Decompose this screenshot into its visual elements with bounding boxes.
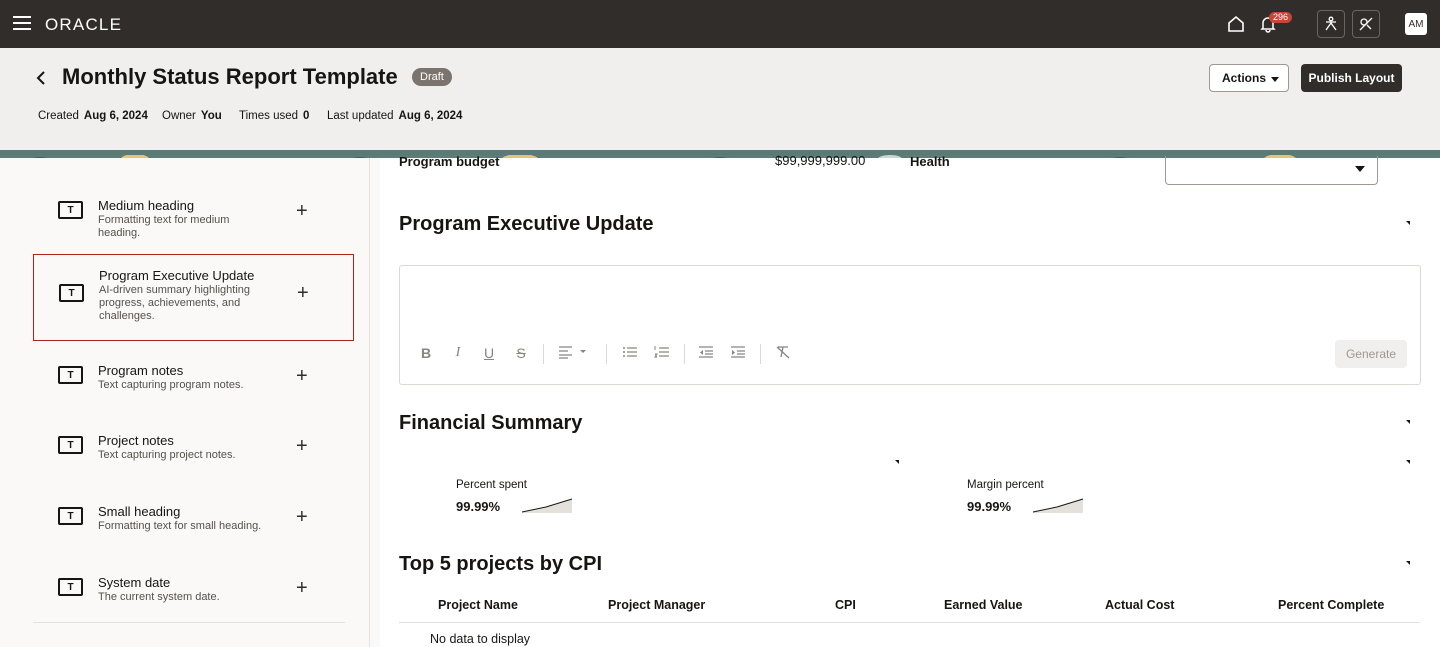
component-program-executive-update[interactable]: T Program Executive Update AI-driven sum… [33, 254, 354, 341]
menu-icon[interactable] [13, 16, 31, 30]
notifications-button[interactable]: 296 [1254, 10, 1293, 38]
text-component-icon: T [58, 436, 83, 454]
component-description: Formatting text for medium heading. [98, 214, 230, 239]
component-title: Program notes [98, 363, 184, 378]
collapse-icon[interactable] [1406, 221, 1410, 225]
actions-menu-button[interactable]: Actions [1209, 64, 1289, 92]
user-avatar[interactable]: AM [1405, 13, 1427, 35]
bold-icon[interactable]: B [417, 345, 435, 361]
global-header: ORACLE 296 AM [0, 0, 1440, 48]
sparkline-percent-spent [521, 498, 573, 513]
toolbar-divider [760, 344, 761, 364]
component-title: Project notes [98, 433, 174, 448]
chevron-down-icon [1355, 166, 1365, 172]
brand-logo[interactable]: ORACLE [45, 15, 122, 35]
status-badge: Draft [412, 68, 452, 86]
add-icon[interactable]: + [296, 201, 308, 221]
italic-icon[interactable]: I [449, 345, 467, 361]
accessibility-icon[interactable] [1317, 10, 1345, 38]
metric-label-margin-percent: Margin percent [967, 479, 1044, 491]
sparkline-margin-percent [1032, 498, 1084, 513]
publish-layout-button[interactable]: Publish Layout [1301, 64, 1402, 92]
generate-button[interactable]: Generate [1335, 340, 1407, 368]
page-title: Monthly Status Report Template [62, 64, 398, 89]
outdent-icon[interactable] [697, 345, 715, 362]
text-component-icon: T [59, 284, 84, 302]
meta-owner: Owner You [162, 110, 222, 122]
divider [33, 622, 345, 623]
component-description: AI-driven summary highlighting progress,… [99, 284, 251, 322]
notification-badge: 296 [1269, 12, 1293, 23]
add-icon[interactable]: + [296, 436, 308, 456]
component-program-notes[interactable]: T Program notes Text capturing program n… [33, 356, 354, 408]
toolbar-divider [543, 344, 544, 364]
text-component-icon: T [58, 366, 83, 384]
layout-canvas: Program budget $99,999,999.00 Health Pro… [380, 153, 1440, 647]
add-icon[interactable]: + [296, 578, 308, 598]
meta-times-used: Times used 0 [239, 110, 310, 122]
collapse-icon[interactable] [895, 460, 899, 464]
component-palette: T Medium heading Formatting text for med… [0, 158, 370, 647]
table-header[interactable]: Project Manager [608, 598, 705, 612]
add-icon[interactable]: + [296, 507, 308, 527]
indent-icon[interactable] [729, 345, 747, 362]
component-description: Text capturing program notes. [98, 379, 244, 391]
program-budget-value: $99,999,999.00 [775, 153, 866, 168]
empty-table-message: No data to display [430, 632, 531, 646]
add-icon[interactable]: + [296, 366, 308, 386]
health-label: Health [910, 154, 950, 169]
component-system-date[interactable]: T System date The current system date. + [33, 567, 354, 619]
collapse-icon[interactable] [1406, 460, 1410, 464]
table-header[interactable]: Actual Cost [1105, 598, 1174, 612]
align-left-icon[interactable] [556, 345, 590, 362]
add-icon[interactable]: + [297, 283, 309, 303]
component-description: The current system date. [98, 591, 220, 603]
assistant-off-icon[interactable] [1352, 10, 1380, 38]
text-component-icon: T [58, 578, 83, 596]
metric-value-margin-percent: 99.99% [967, 499, 1012, 514]
rich-text-editor[interactable]: B I U S Generate [399, 265, 1421, 385]
table-header[interactable]: Project Name [438, 598, 518, 612]
underline-icon[interactable]: U [480, 345, 498, 361]
metric-label-percent-spent: Percent spent [456, 479, 527, 491]
toolbar-divider [606, 344, 607, 364]
text-component-icon: T [58, 507, 83, 525]
component-description: Text capturing project notes. [98, 449, 236, 461]
meta-last-updated: Last updated Aug 6, 2024 [327, 110, 463, 122]
health-select[interactable] [1165, 156, 1378, 185]
component-title: Small heading [98, 504, 181, 519]
table-header[interactable]: CPI [835, 598, 856, 612]
chevron-down-icon [1271, 77, 1279, 82]
metric-value-percent-spent: 99.99% [456, 499, 501, 514]
clear-formatting-icon[interactable] [774, 345, 792, 362]
component-title: Program Executive Update [99, 268, 255, 283]
numbered-list-icon[interactable] [653, 345, 671, 362]
component-medium-heading[interactable]: T Medium heading Formatting text for med… [33, 190, 354, 242]
component-project-notes[interactable]: T Project notes Text capturing project n… [33, 426, 354, 478]
text-component-icon: T [58, 201, 83, 219]
meta-created: Created Aug 6, 2024 [38, 110, 148, 122]
section-title-top-projects: Top 5 projects by CPI [399, 553, 602, 575]
table-header[interactable]: Earned Value [944, 598, 1023, 612]
section-title-executive-update: Program Executive Update [399, 213, 654, 235]
strikethrough-icon[interactable]: S [512, 345, 530, 361]
table-header[interactable]: Percent Complete [1278, 598, 1384, 612]
collapse-icon[interactable] [1406, 561, 1410, 565]
toolbar-divider [684, 344, 685, 364]
collapse-icon[interactable] [1406, 420, 1410, 424]
table-divider [399, 622, 1420, 623]
component-description: Formatting text for small heading. [98, 520, 262, 532]
bulleted-list-icon[interactable] [621, 345, 639, 362]
program-budget-label: Program budget [399, 154, 500, 169]
home-icon[interactable] [1222, 10, 1250, 38]
back-icon[interactable] [34, 70, 50, 86]
section-title-financial-summary: Financial Summary [399, 412, 583, 434]
component-small-heading[interactable]: T Small heading Formatting text for smal… [33, 496, 354, 548]
component-title: Medium heading [98, 198, 195, 213]
component-title: System date [98, 575, 171, 590]
